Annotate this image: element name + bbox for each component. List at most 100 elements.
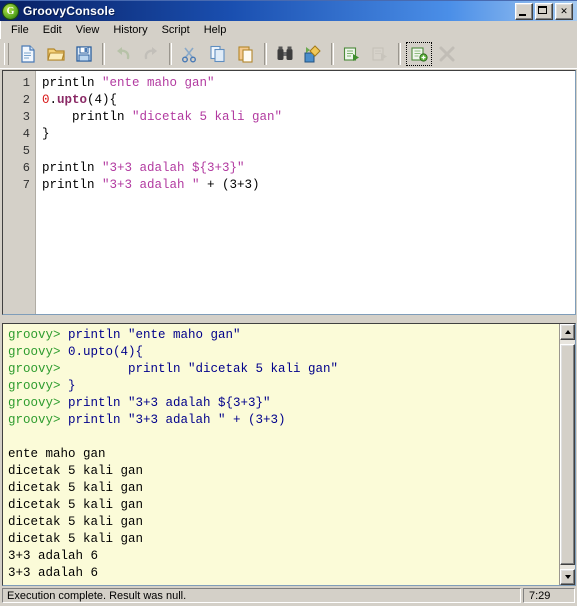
script-editor[interactable]: 1234567 println "ente maho gan" 0.upto(4)… (2, 70, 576, 315)
console-line: groovy> println "ente maho gan" (8, 327, 559, 344)
open-file-button[interactable] (42, 41, 70, 67)
scroll-down-button[interactable] (560, 569, 575, 585)
run-script-icon (342, 44, 362, 64)
console-line: groovy> } (8, 378, 559, 395)
code-token-string: "3+3 adalah ${3+3}" (102, 161, 245, 175)
maximize-button[interactable] (535, 2, 553, 20)
console-line: groovy> println "3+3 adalah ${3+3}" (8, 395, 559, 412)
code-line: println "3+3 adalah " + (3+3) (42, 177, 575, 194)
menu-item-history[interactable]: History (106, 22, 154, 38)
code-token-plain: . (49, 93, 58, 107)
copy-pages-icon (208, 44, 228, 64)
toolbar-separator (102, 42, 105, 65)
console-line: dicetak 5 kali gan (8, 480, 559, 497)
new-file-button[interactable] (14, 41, 42, 67)
binoculars-icon (275, 44, 295, 64)
console-prompt: groovy> (8, 396, 69, 410)
close-icon: ✕ (560, 5, 568, 16)
console-output-text: dicetak 5 kali gan (8, 481, 144, 495)
code-area[interactable]: println "ente maho gan" 0.upto(4){ printl… (36, 71, 575, 314)
toolbar-separator (169, 42, 172, 65)
toolbar-separator (264, 42, 267, 65)
caret-position-indicator: 7:29 (523, 588, 575, 603)
console-command-echo: 0.upto(4){ (68, 345, 144, 359)
toolbar-drag-handle[interactable] (4, 42, 9, 65)
undo-button (109, 41, 137, 67)
line-number: 5 (22, 144, 30, 158)
redo-button (137, 41, 165, 67)
toolbar (0, 39, 577, 69)
minimize-button[interactable] (515, 2, 533, 20)
maximize-icon (538, 5, 547, 14)
console-prompt: groovy> (8, 379, 69, 393)
floppy-disk-icon (74, 44, 94, 64)
add-jar-button[interactable] (405, 41, 433, 67)
console-line: 3+3 adalah 6 (8, 565, 559, 582)
code-token-plain: println (42, 76, 103, 90)
menu-bar: File Edit View History Script Help (0, 21, 577, 39)
menu-item-help[interactable]: Help (197, 22, 234, 38)
code-token-method: upto (57, 93, 88, 107)
code-line: println "ente maho gan" (42, 75, 575, 92)
code-token-plain: } (42, 127, 50, 141)
line-number: 2 (22, 93, 30, 107)
code-token-string: "3+3 adalah " (102, 178, 200, 192)
code-line: } (42, 126, 575, 143)
triangle-down-icon (564, 575, 571, 579)
scroll-track[interactable] (560, 340, 575, 569)
code-token-string: "dicetak 5 kali gan" (132, 110, 283, 124)
console-command-echo: println "3+3 adalah ${3+3}" (68, 396, 271, 410)
new-document-icon (18, 44, 38, 64)
line-number: 4 (22, 127, 30, 141)
redo-arrow-icon (141, 44, 161, 64)
cut-button[interactable] (176, 41, 204, 67)
copy-button[interactable] (204, 41, 232, 67)
menu-item-edit[interactable]: Edit (36, 22, 69, 38)
code-token-number: 0 (42, 93, 50, 107)
code-token-string: "ente maho gan" (102, 76, 215, 90)
groovy-logo-icon: G (3, 3, 18, 19)
output-console-panel[interactable]: groovy> println "ente maho gan" groovy> 0… (2, 323, 576, 586)
line-number: 1 (22, 76, 30, 90)
minimize-icon (519, 13, 526, 16)
add-jar-icon (409, 44, 429, 64)
code-token-plain: println (42, 110, 133, 124)
console-vertical-scrollbar[interactable] (559, 324, 575, 585)
split-divider[interactable] (0, 315, 577, 323)
code-line: 0.upto(4){ (42, 92, 575, 109)
menu-item-view[interactable]: View (69, 22, 107, 38)
menu-item-file[interactable]: File (4, 22, 36, 38)
interrupt-icon (370, 44, 390, 64)
console-prompt: groovy> (8, 328, 69, 342)
scissors-icon (180, 44, 200, 64)
line-number: 6 (22, 161, 30, 175)
console-command-echo: println "3+3 adalah " + (3+3) (68, 413, 286, 427)
save-file-button[interactable] (70, 41, 98, 67)
execute-button[interactable] (338, 41, 366, 67)
console-line: dicetak 5 kali gan (8, 531, 559, 548)
replace-button[interactable] (299, 41, 327, 67)
code-token-plain: println (42, 161, 103, 175)
menu-item-script[interactable]: Script (155, 22, 197, 38)
code-token-plain: + (3+3) (199, 178, 260, 192)
find-button[interactable] (271, 41, 299, 67)
console-output-text: dicetak 5 kali gan (8, 532, 144, 546)
find-replace-icon (303, 44, 323, 64)
output-console-text[interactable]: groovy> println "ente maho gan" groovy> 0… (3, 324, 559, 585)
close-button[interactable]: ✕ (555, 2, 573, 20)
console-line: dicetak 5 kali gan (8, 463, 559, 480)
console-output-text: dicetak 5 kali gan (8, 498, 144, 512)
line-number: 7 (22, 178, 30, 192)
clear-output-button (433, 41, 461, 67)
scroll-thumb[interactable] (560, 344, 575, 565)
paste-button[interactable] (232, 41, 260, 67)
line-number: 3 (22, 110, 30, 124)
interrupt-button (366, 41, 394, 67)
window-controls: ✕ (515, 2, 575, 20)
status-bar: Execution complete. Result was null. 7:2… (0, 586, 577, 606)
title-bar[interactable]: G GroovyConsole ✕ (0, 0, 577, 21)
console-line: 3+3 adalah 6 (8, 548, 559, 565)
line-number-gutter: 1 2 3 4 5 6 7 (3, 71, 36, 314)
scroll-up-button[interactable] (560, 324, 575, 340)
